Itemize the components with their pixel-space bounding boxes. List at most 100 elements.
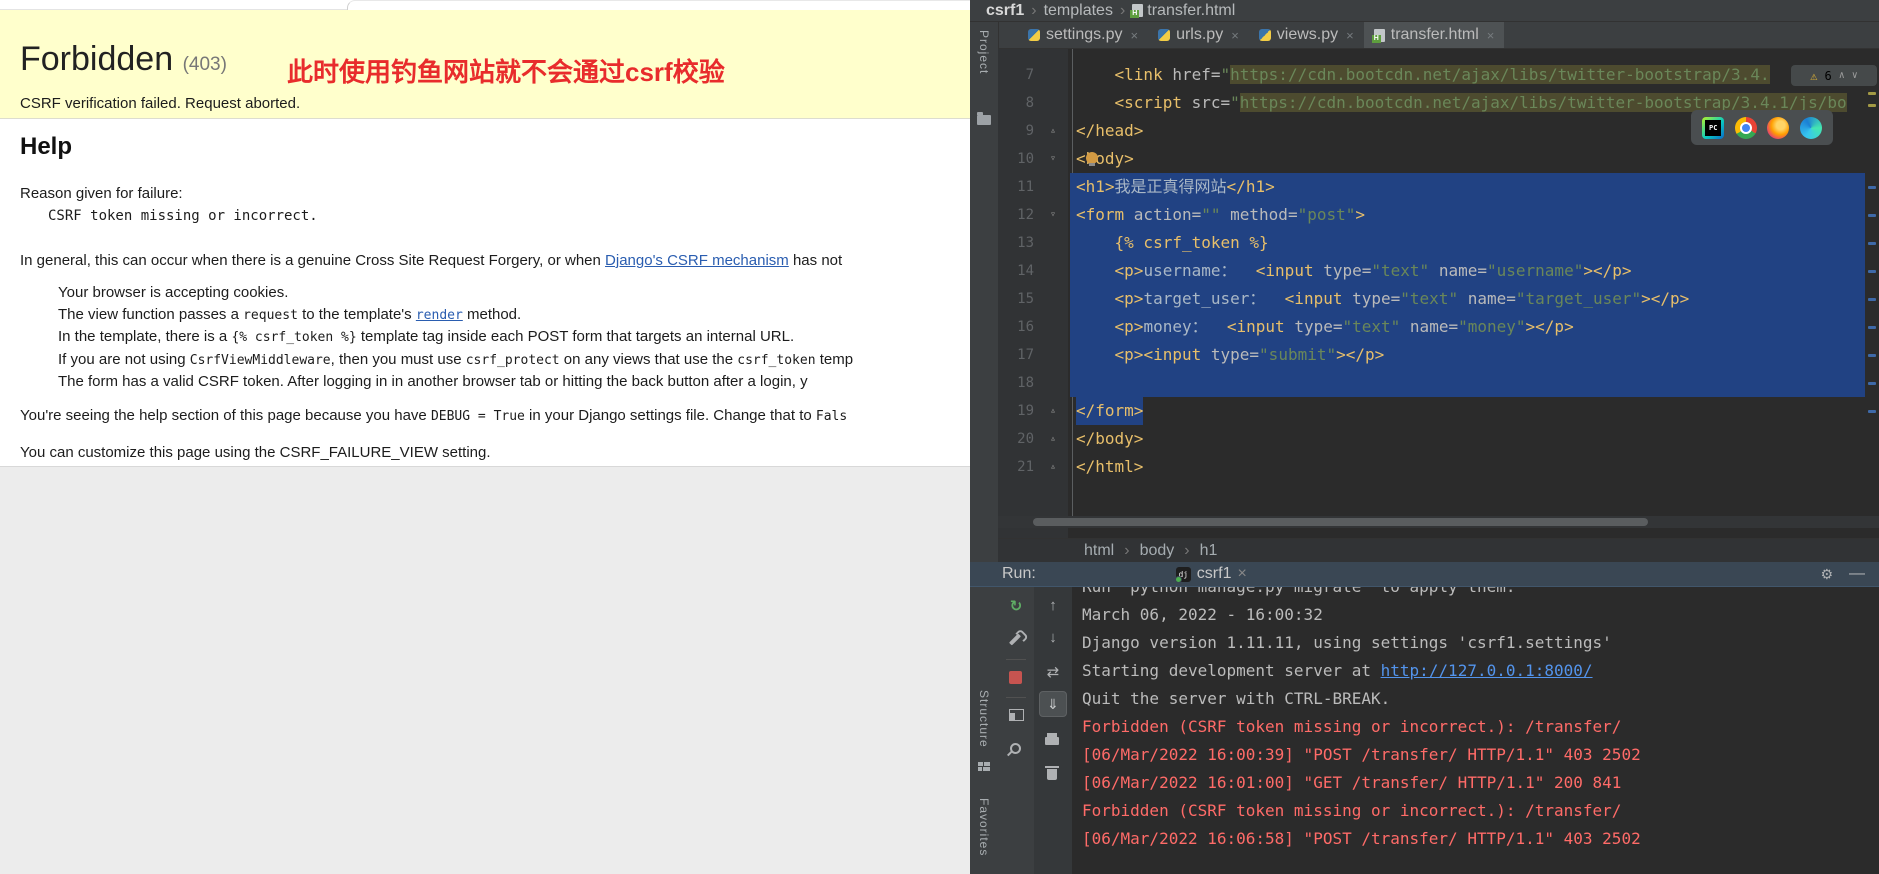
- scroll-to-end-icon[interactable]: ⇓: [1039, 691, 1067, 717]
- chevron-up-icon[interactable]: ∧: [1839, 70, 1845, 81]
- code-line-17[interactable]: 17 <p><input type="submit"></p>: [998, 341, 1879, 369]
- fold-icon[interactable]: ▵: [1050, 117, 1056, 145]
- python-file-icon: [1028, 29, 1040, 41]
- file-tab-settings-py[interactable]: settings.py ×: [1018, 22, 1148, 48]
- hide-icon[interactable]: —: [1849, 565, 1865, 583]
- chrome-icon[interactable]: [1734, 116, 1757, 139]
- code-line-16[interactable]: 16 <p>money： <input type="text" name="mo…: [998, 313, 1879, 341]
- close-icon[interactable]: ×: [1237, 565, 1246, 583]
- console-link[interactable]: http://127.0.0.1:8000/: [1381, 661, 1593, 680]
- code-text: {% csrf_token %}: [1114, 233, 1269, 252]
- line-number: 10: [1017, 151, 1034, 167]
- browser-preview-popup: PC: [1691, 110, 1833, 145]
- code-line-13[interactable]: 13 {% csrf_token %}: [998, 229, 1879, 257]
- edge-icon[interactable]: [1799, 116, 1822, 139]
- django-csrf-link[interactable]: render: [416, 308, 463, 323]
- code-line-12[interactable]: 12 ▿ <form action="" method="post">: [998, 201, 1879, 229]
- code-line-11[interactable]: 11 <h1>我是正真得网站</h1>: [998, 173, 1879, 201]
- pycharm-icon[interactable]: PC: [1702, 116, 1725, 139]
- reason-label: Reason given for failure:: [20, 185, 183, 202]
- code-line-10[interactable]: 10 ▿ <body>: [998, 145, 1879, 173]
- bullet-item: The form has a valid CSRF token. After l…: [58, 371, 970, 393]
- selection-stripe-mark: [1868, 242, 1876, 245]
- folder-icon[interactable]: [977, 112, 991, 125]
- error-message: CSRF verification failed. Request aborte…: [20, 95, 301, 112]
- fold-icon[interactable]: ▵: [1050, 425, 1056, 453]
- django-csrf-link[interactable]: Django's CSRF mechanism: [605, 252, 789, 269]
- inspection-widget[interactable]: ⚠ 6 ∧ ∨: [1791, 65, 1877, 86]
- code-text: <link href="https://cdn.bootcdn.net/ajax…: [1114, 65, 1770, 84]
- structure-icon[interactable]: [978, 762, 990, 772]
- code-text: <form action="" method="post">: [1076, 205, 1366, 224]
- selection-stripe-mark: [1868, 410, 1876, 413]
- wrench-icon[interactable]: [1008, 633, 1022, 646]
- screen: Forbidden (403) 此时使用钓鱼网站就不会通过csrf校验 CSRF…: [0, 0, 1879, 874]
- code-line-15[interactable]: 15 <p>target_user： <input type="text" na…: [998, 285, 1879, 313]
- line-number: 21: [1017, 459, 1034, 475]
- file-tab-transfer-html[interactable]: Htransfer.html ×: [1363, 22, 1505, 48]
- tool-button-structure[interactable]: Structure: [977, 690, 991, 748]
- selection-stripe-mark: [1868, 186, 1876, 189]
- pin-icon[interactable]: [1007, 740, 1024, 757]
- up-arrow-icon[interactable]: ↑: [1034, 597, 1072, 614]
- breadcrumb-item[interactable]: templates: [1044, 2, 1113, 20]
- console-line: [06/Mar/2022 16:00:39] "POST /transfer/ …: [1082, 745, 1641, 764]
- selection: [1070, 369, 1865, 397]
- code-text: <p>username： <input type="text" name="us…: [1114, 261, 1632, 280]
- file-tab-urls-py[interactable]: urls.py ×: [1148, 22, 1249, 48]
- fold-icon[interactable]: ▵: [1050, 397, 1056, 425]
- ide-breadcrumb: csrf1 › templates › Htransfer.html: [970, 0, 1879, 22]
- horizontal-scrollbar[interactable]: [1033, 518, 1648, 526]
- line-number: 7: [1025, 67, 1034, 83]
- tab-close-icon[interactable]: ×: [1487, 28, 1495, 43]
- structure-breadcrumb-item[interactable]: h1: [1200, 542, 1218, 560]
- run-tab[interactable]: dj csrf1 ×: [1174, 565, 1247, 583]
- code-line-20[interactable]: 20 ▵ </body>: [998, 425, 1879, 453]
- selection-stripe-mark: [1868, 326, 1876, 329]
- console-line: Forbidden (CSRF token missing or incorre…: [1082, 801, 1622, 820]
- breadcrumb-item[interactable]: csrf1: [986, 2, 1024, 20]
- console-line: Starting development server at http://12…: [1082, 661, 1593, 680]
- code-line-18[interactable]: 18: [998, 369, 1879, 397]
- stop-icon[interactable]: [1009, 671, 1022, 684]
- error-stripe-mark[interactable]: [1868, 92, 1876, 95]
- line-number: 18: [1017, 375, 1034, 391]
- structure-breadcrumb-item[interactable]: html: [1084, 542, 1114, 560]
- run-label: Run:: [1002, 565, 1036, 582]
- print-icon[interactable]: [1045, 733, 1059, 745]
- rerun-icon[interactable]: ↻: [998, 597, 1034, 615]
- tab-close-icon[interactable]: ×: [1231, 28, 1239, 43]
- tab-close-icon[interactable]: ×: [1346, 28, 1354, 43]
- firefox-icon[interactable]: [1767, 116, 1790, 139]
- console-line: [06/Mar/2022 16:01:00] "GET /transfer/ H…: [1082, 773, 1622, 792]
- error-stripe-mark[interactable]: [1868, 104, 1876, 107]
- soft-wrap-icon[interactable]: ⇄: [1034, 663, 1072, 681]
- breadcrumb-item[interactable]: Htransfer.html: [1130, 2, 1235, 20]
- breadcrumb-separator: ›: [1124, 541, 1130, 559]
- code-editor[interactable]: 7 <link href="https://cdn.bootcdn.net/aj…: [998, 49, 1879, 538]
- breadcrumb-separator: ›: [1031, 1, 1037, 19]
- clear-console-icon[interactable]: [1045, 766, 1059, 780]
- down-arrow-icon[interactable]: ↓: [1034, 629, 1072, 646]
- code-line-7[interactable]: 7 <link href="https://cdn.bootcdn.net/aj…: [998, 61, 1879, 89]
- intention-bulb-icon[interactable]: [1086, 152, 1098, 166]
- gear-icon[interactable]: ⚙: [1820, 566, 1833, 583]
- warning-icon: ⚠: [1810, 68, 1818, 83]
- code-line-21[interactable]: 21 ▵ </html>: [998, 453, 1879, 481]
- restore-layout-icon[interactable]: [1009, 709, 1024, 721]
- bullet-item: If you are not using CsrfViewMiddleware,…: [58, 349, 970, 372]
- run-console[interactable]: Run 'python manage.py migrate' to apply …: [1072, 587, 1879, 874]
- fold-icon[interactable]: ▿: [1050, 145, 1056, 173]
- file-tab-views-py[interactable]: views.py ×: [1249, 22, 1364, 48]
- structure-breadcrumb-item[interactable]: body: [1140, 542, 1175, 560]
- code-line-14[interactable]: 14 <p>username： <input type="text" name=…: [998, 257, 1879, 285]
- fold-icon[interactable]: ▵: [1050, 453, 1056, 481]
- tab-close-icon[interactable]: ×: [1130, 28, 1138, 43]
- html-file-icon: H: [1130, 4, 1144, 18]
- tool-button-favorites[interactable]: Favorites: [977, 798, 991, 856]
- line-number: 12: [1017, 207, 1034, 223]
- chevron-down-icon[interactable]: ∨: [1852, 70, 1858, 81]
- fold-icon[interactable]: ▿: [1050, 201, 1056, 229]
- tool-button-project[interactable]: Project: [977, 30, 991, 74]
- code-line-19[interactable]: 19 ▵ </form>: [998, 397, 1879, 425]
